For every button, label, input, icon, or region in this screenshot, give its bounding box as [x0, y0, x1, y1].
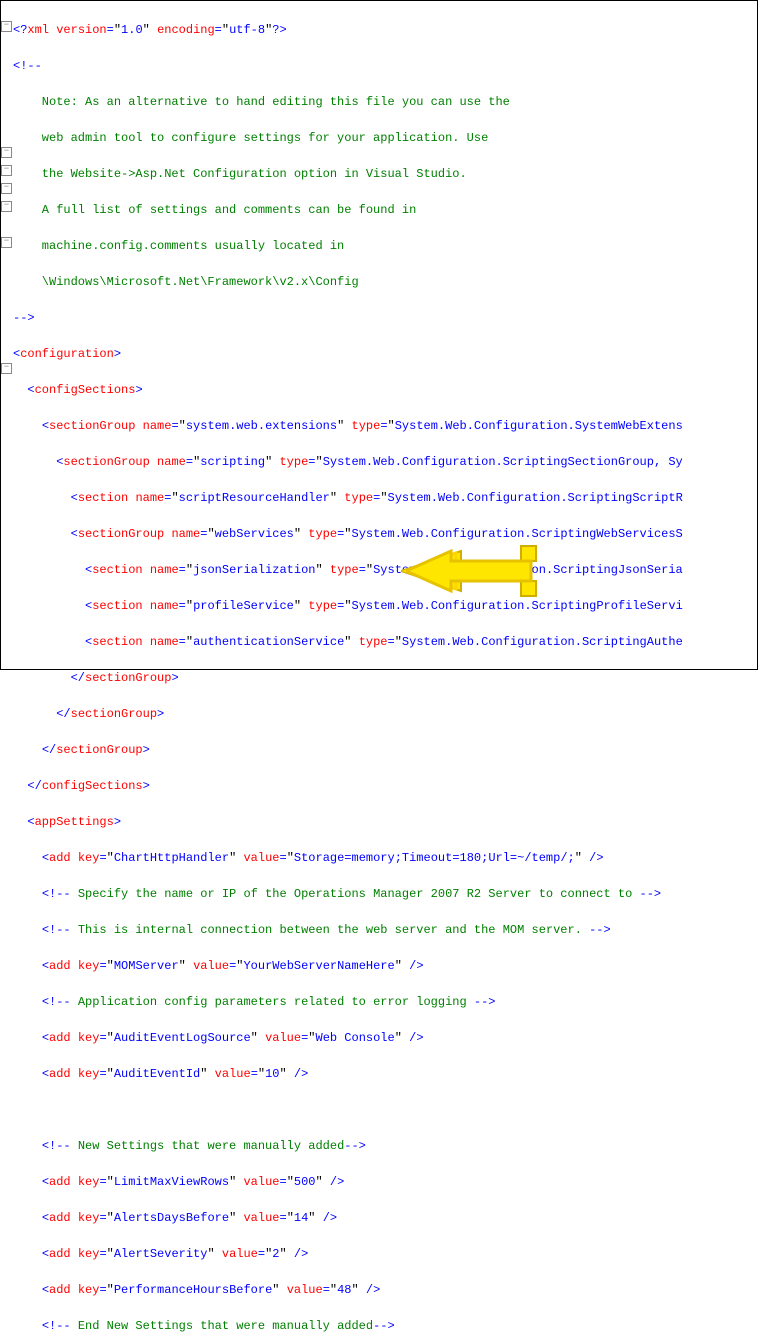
- add3: <add key="AuditEventLogSource" value="We…: [13, 1029, 683, 1047]
- add5: <add key="LimitMaxViewRows" value="500" …: [13, 1173, 683, 1191]
- blank: [13, 1101, 683, 1119]
- comment-l4: A full list of settings and comments can…: [13, 201, 683, 219]
- c5: <!-- End New Settings that were manually…: [13, 1317, 683, 1335]
- comment-open: <!--: [13, 57, 683, 75]
- sec4: <section name="authenticationService" ty…: [13, 633, 683, 651]
- comment-l3: the Website->Asp.Net Configuration optio…: [13, 165, 683, 183]
- gutter: [1, 1, 11, 669]
- comment-close: -->: [13, 309, 683, 327]
- add7: <add key="AlertSeverity" value="2" />: [13, 1245, 683, 1263]
- comment-l6: \Windows\Microsoft.Net\Framework\v2.x\Co…: [13, 273, 683, 291]
- sg2: <sectionGroup name="scripting" type="Sys…: [13, 453, 683, 471]
- add6: <add key="AlertsDaysBefore" value="14" /…: [13, 1209, 683, 1227]
- comment-l2: web admin tool to configure settings for…: [13, 129, 683, 147]
- sec1: <section name="scriptResourceHandler" ty…: [13, 489, 683, 507]
- c1: <!-- Specify the name or IP of the Opera…: [13, 885, 683, 903]
- add8: <add key="PerformanceHoursBefore" value=…: [13, 1281, 683, 1299]
- sec2: <section name="jsonSerialization" type="…: [13, 561, 683, 579]
- fold-comment[interactable]: [1, 21, 12, 32]
- fold-configsections[interactable]: [1, 165, 12, 176]
- fold-configuration[interactable]: [1, 147, 12, 158]
- sg1-close: </sectionGroup>: [13, 741, 683, 759]
- sg1: <sectionGroup name="system.web.extension…: [13, 417, 683, 435]
- configsections-open: <configSections>: [13, 381, 683, 399]
- code-area[interactable]: <?xml version="1.0" encoding="utf-8"?> <…: [13, 3, 683, 1340]
- comment-l1: Note: As an alternative to hand editing …: [13, 93, 683, 111]
- xml-decl: <?xml version="1.0" encoding="utf-8"?>: [13, 21, 683, 39]
- add4: <add key="AuditEventId" value="10" />: [13, 1065, 683, 1083]
- configuration-open: <configuration>: [13, 345, 683, 363]
- comment-l5: machine.config.comments usually located …: [13, 237, 683, 255]
- add1: <add key="ChartHttpHandler" value="Stora…: [13, 849, 683, 867]
- appsettings-open: <appSettings>: [13, 813, 683, 831]
- sg3: <sectionGroup name="webServices" type="S…: [13, 525, 683, 543]
- c2: <!-- This is internal connection between…: [13, 921, 683, 939]
- c3: <!-- Application config parameters relat…: [13, 993, 683, 1011]
- fold-sg1[interactable]: [1, 183, 12, 194]
- configsections-close: </configSections>: [13, 777, 683, 795]
- c4: <!-- New Settings that were manually add…: [13, 1137, 683, 1155]
- sg3-close: </sectionGroup>: [13, 669, 683, 687]
- add2: <add key="MOMServer" value="YourWebServe…: [13, 957, 683, 975]
- sg2-close: </sectionGroup>: [13, 705, 683, 723]
- fold-sg3[interactable]: [1, 237, 12, 248]
- fold-sg2[interactable]: [1, 201, 12, 212]
- fold-appsettings[interactable]: [1, 363, 12, 374]
- sec3: <section name="profileService" type="Sys…: [13, 597, 683, 615]
